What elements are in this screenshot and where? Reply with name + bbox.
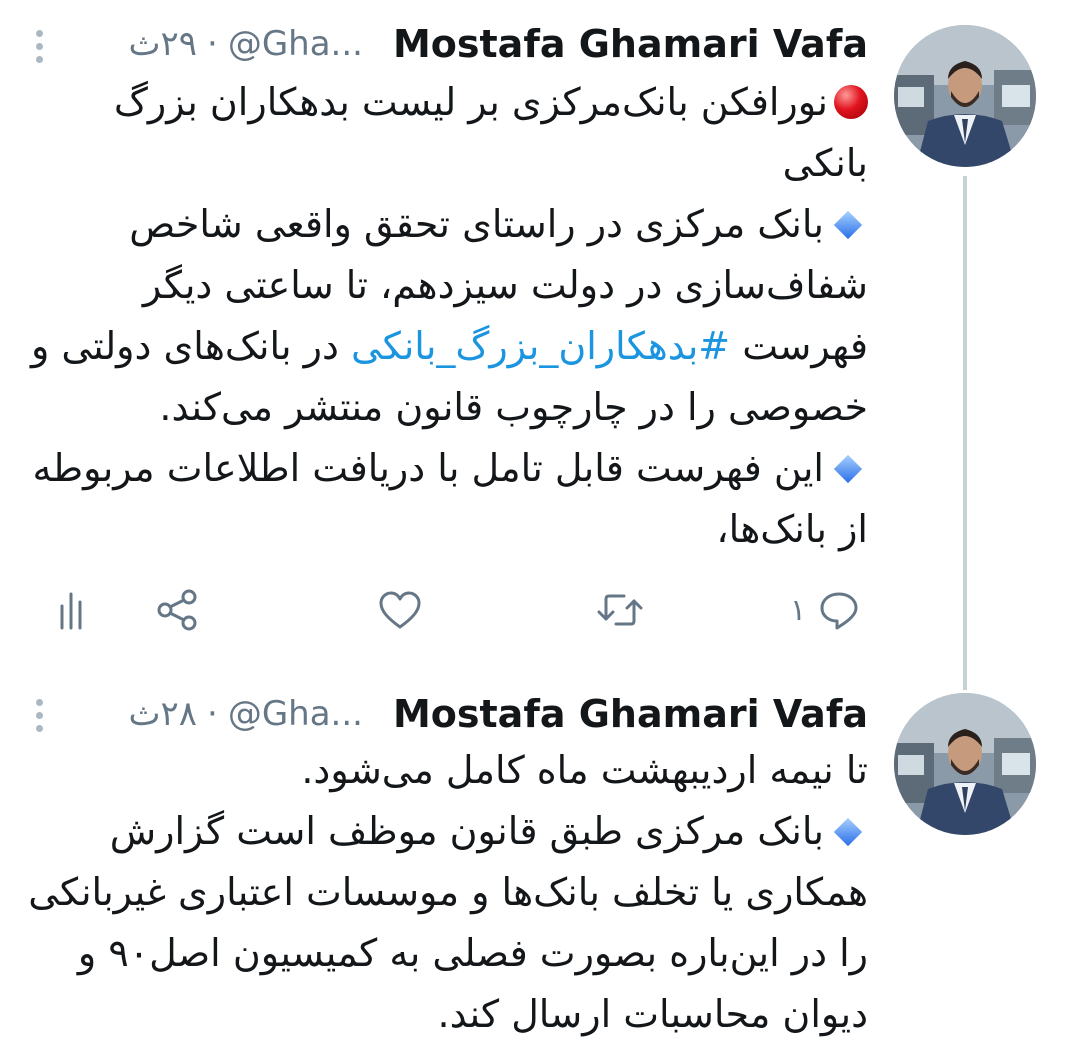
tweet-paragraph: بانک مرکزی طبق قانون موظف است گزارش همکا…	[28, 801, 868, 1045]
meta-separator: ·	[207, 694, 218, 734]
blue-diamond-emoji-icon	[833, 210, 863, 240]
more-vertical-icon[interactable]	[32, 27, 46, 66]
tweet-paragraph: این فهرست قابل تامل با دریافت اطلاعات مر…	[28, 438, 868, 560]
paragraph-text: نورافکن بانک‌مرکزی بر لیست بدهکاران بزرگ…	[113, 80, 868, 185]
meta-separator: ·	[207, 24, 218, 64]
avatar[interactable]	[894, 693, 1036, 835]
tweet-text: نورافکن بانک‌مرکزی بر لیست بدهکاران بزرگ…	[28, 72, 868, 560]
like-button[interactable]	[378, 585, 422, 635]
retweet-button[interactable]	[596, 585, 644, 635]
author-name[interactable]: Mostafa Ghamari Vafa	[393, 22, 868, 66]
tweet-timestamp[interactable]: ۲۸ث	[128, 694, 197, 734]
author-handle[interactable]: @Gha...	[228, 24, 363, 64]
paragraph-text: تا نیمه اردیبهشت ماه کامل می‌شود.	[301, 748, 868, 792]
author-handle[interactable]: @Gha...	[228, 694, 363, 734]
tweet-text: تا نیمه اردیبهشت ماه کامل می‌شود. بانک م…	[28, 740, 868, 1045]
reply-count: ۱	[790, 592, 807, 628]
share-button[interactable]	[156, 585, 200, 635]
reply-icon	[818, 589, 860, 631]
tweet-paragraph: تا نیمه اردیبهشت ماه کامل می‌شود.	[28, 740, 868, 801]
tweet-header: Mostafa Ghamari Vafa @Gha... · ۲۸ث	[128, 688, 868, 740]
avatar[interactable]	[894, 25, 1036, 167]
like-icon	[378, 589, 422, 631]
tweet-header: Mostafa Ghamari Vafa @Gha... · ۲۹ث	[128, 18, 868, 70]
paragraph-text: بانک مرکزی طبق قانون موظف است گزارش همکا…	[28, 809, 868, 1036]
tweet-meta: @Gha... · ۲۹ث	[128, 24, 363, 64]
blue-diamond-emoji-icon	[833, 454, 863, 484]
more-vertical-icon[interactable]	[32, 696, 46, 735]
tweet-paragraph: نورافکن بانک‌مرکزی بر لیست بدهکاران بزرگ…	[28, 72, 868, 194]
share-icon	[156, 588, 200, 632]
red-circle-emoji-icon	[834, 85, 868, 119]
hashtag-link[interactable]: #بدهکاران_بزرگ_بانکی	[351, 324, 730, 368]
reply-button[interactable]: ۱	[790, 585, 860, 635]
tweet[interactable]: Mostafa Ghamari Vafa @Gha... · ۲۹ث نوراف…	[0, 0, 1068, 690]
analytics-button[interactable]	[58, 585, 90, 635]
tweet[interactable]: Mostafa Ghamari Vafa @Gha... · ۲۸ث تا نی…	[0, 660, 1068, 1064]
tweet-timestamp[interactable]: ۲۹ث	[128, 24, 197, 64]
analytics-icon	[58, 590, 90, 630]
paragraph-text: این فهرست قابل تامل با دریافت اطلاعات مر…	[32, 446, 868, 551]
tweet-action-bar: ۱	[0, 585, 1068, 635]
blue-diamond-emoji-icon	[833, 817, 863, 847]
tweet-paragraph: بانک مرکزی در راستای تحقق واقعی شاخص شفا…	[28, 194, 868, 438]
author-name[interactable]: Mostafa Ghamari Vafa	[393, 692, 868, 736]
retweet-icon	[596, 589, 644, 631]
tweet-meta: @Gha... · ۲۸ث	[128, 694, 363, 734]
